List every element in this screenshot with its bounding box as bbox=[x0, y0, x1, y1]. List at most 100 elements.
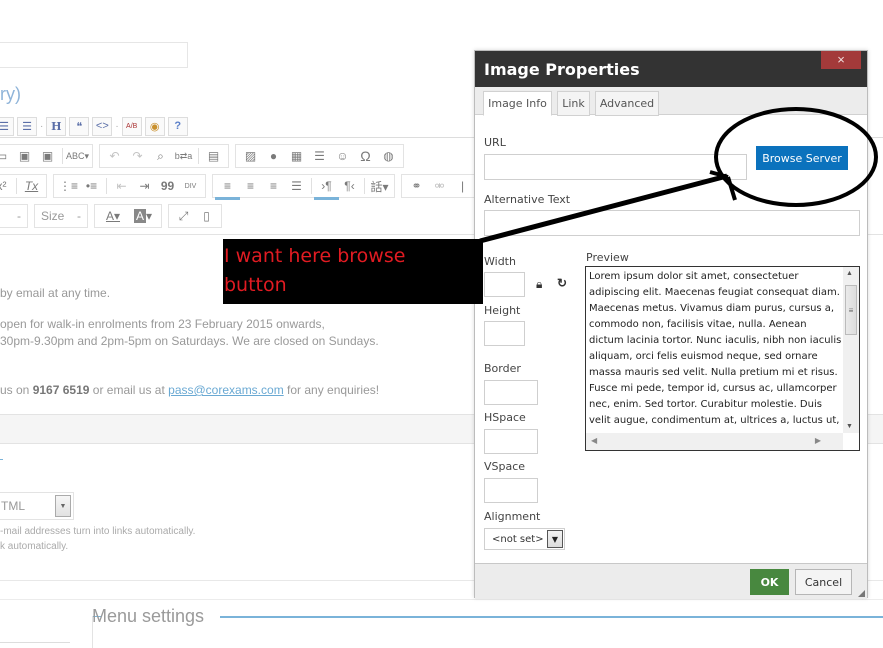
anchor-icon[interactable]: | bbox=[452, 176, 473, 196]
help-icon[interactable]: ? bbox=[167, 116, 188, 136]
size-combo[interactable]: Size - bbox=[34, 204, 88, 228]
numbered-list-icon[interactable]: ⋮≡ bbox=[58, 176, 79, 196]
scroll-left-icon[interactable]: ◀ bbox=[591, 436, 597, 445]
superscript-icon[interactable]: x² bbox=[0, 176, 12, 196]
unlink-icon[interactable]: ⚮ bbox=[429, 176, 450, 196]
align-right-icon[interactable]: ≡ bbox=[263, 176, 284, 196]
indent-icon[interactable]: ⇥ bbox=[134, 176, 155, 196]
list-icon[interactable]: ☰ bbox=[0, 116, 14, 136]
scroll-up-icon[interactable]: ▲ bbox=[846, 270, 853, 277]
alignment-select[interactable]: <not set> ▼ bbox=[484, 528, 565, 550]
special-char-icon[interactable]: Ω bbox=[355, 146, 376, 166]
scroll-right-icon[interactable]: ▶ bbox=[815, 436, 821, 445]
toolbar-separator bbox=[364, 178, 365, 194]
reset-size-icon[interactable]: ↻ bbox=[557, 276, 567, 290]
remove-format-icon[interactable]: Tx bbox=[21, 176, 42, 196]
width-label: Width bbox=[484, 255, 516, 268]
blockquote-icon[interactable]: ❝ bbox=[69, 116, 90, 136]
body-line: open for walk-in enrolments from 23 Febr… bbox=[0, 317, 325, 331]
email-link[interactable]: pass@corexams.com bbox=[168, 383, 284, 397]
blockquote-icon[interactable]: 99 bbox=[157, 176, 178, 196]
chevron-down-icon: - bbox=[77, 209, 81, 223]
show-blocks-icon[interactable]: ▯ bbox=[196, 206, 217, 226]
spellcheck-icon[interactable]: ABC▾ bbox=[66, 146, 89, 166]
paste-text-icon[interactable]: ▣ bbox=[14, 146, 35, 166]
alt-text-label: Alternative Text bbox=[484, 193, 571, 206]
menu-settings-legend[interactable]: Menu settings bbox=[92, 606, 204, 627]
contact-prefix: us on bbox=[0, 383, 33, 397]
toolbar-separator bbox=[311, 178, 312, 194]
ok-button[interactable]: OK bbox=[750, 569, 789, 595]
abbreviation-icon[interactable]: A/B bbox=[121, 116, 142, 136]
scroll-down-icon[interactable]: ▼ bbox=[846, 423, 853, 430]
title-input[interactable] bbox=[0, 42, 188, 68]
editing-group: ↶ ↷ ⌕ b⇄a ▤ bbox=[99, 144, 229, 168]
fieldset-tick bbox=[0, 459, 3, 460]
find-icon[interactable]: ⌕ bbox=[150, 146, 171, 166]
alt-text-input[interactable] bbox=[484, 210, 860, 236]
preview-label: Preview bbox=[586, 251, 629, 264]
bulleted-list-icon[interactable]: •≡ bbox=[81, 176, 102, 196]
horizontal-rule-icon[interactable]: ☰ bbox=[309, 146, 330, 166]
font-combo[interactable]: - bbox=[0, 204, 28, 228]
contact-line: us on 9167 6519 or email us at pass@core… bbox=[0, 383, 379, 397]
hspace-input[interactable] bbox=[484, 429, 538, 454]
resize-grip-icon[interactable] bbox=[858, 590, 865, 597]
div-icon[interactable]: DIV bbox=[180, 176, 201, 196]
justify-icon[interactable]: ☰ bbox=[286, 176, 307, 196]
link-icon[interactable]: ⚭ bbox=[406, 176, 427, 196]
smiley-icon[interactable]: ☺ bbox=[332, 146, 353, 166]
paragraph-group: ⋮≡ •≡ ⇤ ⇥ 99 DIV bbox=[53, 174, 206, 198]
scroll-thumb[interactable]: ≡ bbox=[845, 285, 857, 335]
vspace-input[interactable] bbox=[484, 478, 538, 503]
body-line: 30pm-9.30pm and 2pm-5pm on Saturdays. We… bbox=[0, 334, 379, 348]
align-center-icon[interactable]: ≡ bbox=[240, 176, 261, 196]
rtl-icon[interactable]: ¶‹ bbox=[339, 176, 360, 196]
iframe-icon[interactable]: ◍ bbox=[378, 146, 399, 166]
url-input[interactable] bbox=[484, 154, 747, 180]
maximize-icon[interactable]: ⤢ bbox=[173, 206, 194, 226]
browse-server-button[interactable]: Browse Server bbox=[756, 146, 848, 170]
text-format-select[interactable]: TML ▼ bbox=[0, 492, 74, 520]
border-input[interactable] bbox=[484, 380, 538, 405]
ltr-icon[interactable]: ›¶ bbox=[314, 176, 339, 200]
cancel-button[interactable]: Cancel bbox=[795, 569, 852, 595]
table-icon[interactable]: ▦ bbox=[286, 146, 307, 166]
chevron-down-icon[interactable]: ▼ bbox=[547, 530, 563, 548]
annotation-line: I want here browse bbox=[224, 245, 406, 267]
text-color-icon[interactable]: A ▾ bbox=[99, 206, 127, 226]
dialog-footer: OK Cancel bbox=[475, 563, 867, 599]
close-button[interactable]: × bbox=[821, 51, 861, 69]
undo-icon[interactable]: ↶ bbox=[104, 146, 125, 166]
chevron-down-icon[interactable]: ▼ bbox=[55, 495, 71, 517]
tab-advanced[interactable]: Advanced bbox=[595, 91, 659, 116]
redo-icon[interactable]: ↷ bbox=[127, 146, 148, 166]
phone-number: 9167 6519 bbox=[32, 383, 90, 397]
height-label: Height bbox=[484, 304, 521, 317]
bg-color-icon[interactable]: A ▾ bbox=[129, 206, 157, 226]
replace-icon[interactable]: b⇄a bbox=[173, 146, 194, 166]
toolbar-separator bbox=[16, 178, 17, 194]
flash-icon[interactable]: ● bbox=[263, 146, 284, 166]
tab-image-info[interactable]: Image Info bbox=[483, 91, 552, 116]
width-input[interactable] bbox=[484, 272, 525, 297]
height-input[interactable] bbox=[484, 321, 525, 346]
lock-ratio-icon[interactable]: 🔒︎ bbox=[536, 277, 542, 292]
language-icon[interactable]: 話▾ bbox=[369, 176, 390, 196]
preview-eye-icon[interactable]: ◉ bbox=[144, 116, 165, 136]
horizontal-scrollbar[interactable]: ◀ ▶ bbox=[586, 433, 843, 450]
outdent-icon[interactable]: ⇤ bbox=[111, 176, 132, 196]
heading-icon[interactable]: H bbox=[46, 116, 67, 136]
align-left-icon[interactable]: ≡ bbox=[215, 176, 240, 200]
paste-word-icon[interactable]: ▣ bbox=[37, 146, 58, 166]
vertical-scrollbar[interactable]: ▲ ≡ ▼ bbox=[843, 267, 859, 433]
dialog-title[interactable]: Image Properties bbox=[475, 51, 867, 87]
image-icon[interactable]: ▨ bbox=[240, 146, 261, 166]
bulleted-list-icon[interactable]: ☰ bbox=[17, 116, 37, 136]
tab-link[interactable]: Link bbox=[557, 91, 590, 116]
code-icon[interactable]: <> bbox=[92, 116, 113, 136]
select-all-icon[interactable]: ▤ bbox=[203, 146, 224, 166]
colors-group: A ▾ A ▾ bbox=[94, 204, 162, 228]
paste-icon[interactable]: ▭ bbox=[0, 146, 12, 166]
basic-styles-group: x² Tx bbox=[0, 174, 47, 198]
